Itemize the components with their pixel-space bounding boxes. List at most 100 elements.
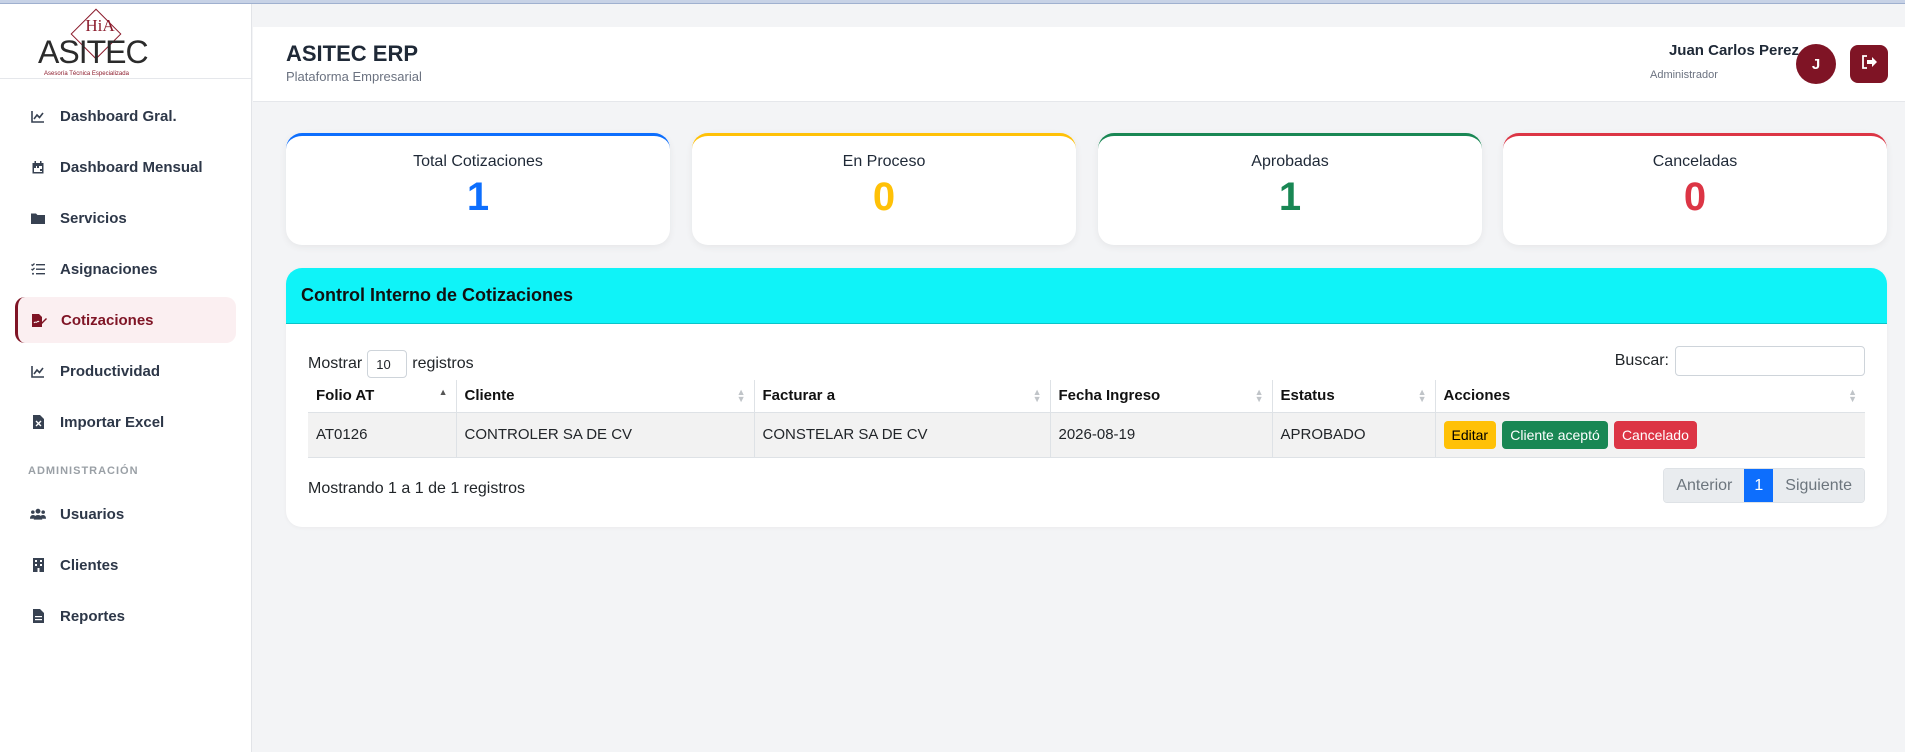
building-icon bbox=[30, 557, 46, 573]
sidebar-item-label: Servicios bbox=[60, 209, 127, 227]
page-length-select[interactable]: 10 bbox=[367, 350, 408, 378]
stat-card-aprobadas: Aprobadas 1 bbox=[1098, 133, 1482, 245]
column-header-folio[interactable]: Folio AT ▲ bbox=[308, 380, 457, 413]
sidebar-item-reportes[interactable]: Reportes bbox=[15, 593, 236, 639]
table-row: AT0126 CONTROLER SA DE CV CONSTELAR SA D… bbox=[308, 412, 1865, 458]
chart-line-icon bbox=[30, 363, 46, 379]
sidebar-item-dashboard-gral[interactable]: Dashboard Gral. bbox=[15, 93, 236, 139]
client-accepted-button[interactable]: Cliente aceptó bbox=[1502, 420, 1608, 449]
sidebar: HiA ASITEC Asesoría Técnica Especializad… bbox=[0, 4, 252, 752]
sidebar-item-label: Reportes bbox=[60, 607, 126, 625]
page-length-control: Mostrar 10 registros bbox=[308, 350, 474, 378]
stat-value: 1 bbox=[1278, 175, 1302, 219]
sidebar-item-label: Importar Excel bbox=[60, 413, 165, 431]
stat-label: Aprobadas bbox=[1251, 153, 1329, 170]
cell-estatus: APROBADO bbox=[1272, 412, 1436, 458]
sidebar-item-label: Usuarios bbox=[60, 505, 125, 523]
stat-card-en-proceso: En Proceso 0 bbox=[692, 133, 1076, 245]
column-label: Folio AT bbox=[316, 387, 375, 405]
column-header-estatus[interactable]: Estatus ▲ ▼ bbox=[1272, 380, 1436, 413]
sidebar-item-usuarios[interactable]: Usuarios bbox=[15, 491, 236, 537]
page-subtitle: Plataforma Empresarial bbox=[286, 69, 422, 84]
cell-cliente: CONTROLER SA DE CV bbox=[456, 412, 755, 458]
pagination: Anterior 1 Siguiente bbox=[1663, 468, 1865, 503]
sidebar-item-label: Clientes bbox=[60, 556, 119, 574]
search-label: Buscar: bbox=[1614, 352, 1669, 369]
file-icon bbox=[30, 608, 46, 624]
users-icon bbox=[30, 506, 46, 522]
sort-icon: ▲ ▼ bbox=[1254, 387, 1264, 404]
user-role: Administrador bbox=[1650, 69, 1718, 81]
prev-page-button[interactable]: Anterior bbox=[1664, 469, 1745, 502]
stat-value: 0 bbox=[1683, 175, 1707, 219]
file-excel-icon bbox=[30, 414, 46, 430]
logo-text: ASITEC bbox=[38, 34, 149, 70]
edit-button[interactable]: Editar bbox=[1443, 420, 1497, 449]
user-name: Juan Carlos Perez bbox=[1668, 42, 1799, 59]
column-header-acciones[interactable]: Acciones ▲ ▼ bbox=[1435, 380, 1865, 413]
table-controls: Mostrar 10 registros Buscar: bbox=[308, 346, 1865, 378]
sort-asc-icon: ▲ bbox=[438, 387, 448, 397]
cell-acciones: Editar Cliente aceptó Cancelado bbox=[1435, 412, 1865, 458]
cancelled-button[interactable]: Cancelado bbox=[1613, 420, 1697, 449]
logo-mark: HiA bbox=[85, 16, 115, 35]
sidebar-item-productividad[interactable]: Productividad bbox=[15, 348, 236, 394]
column-label: Acciones bbox=[1443, 387, 1511, 405]
page-title: ASITEC ERP bbox=[286, 41, 419, 66]
sidebar-item-label: Dashboard Gral. bbox=[60, 107, 177, 125]
sidebar-item-importar-excel[interactable]: Importar Excel bbox=[15, 399, 236, 445]
next-page-button[interactable]: Siguiente bbox=[1773, 469, 1864, 502]
sign-out-icon bbox=[1861, 54, 1877, 74]
sort-icon: ▲ ▼ bbox=[1032, 387, 1042, 404]
column-label: Cliente bbox=[464, 387, 515, 405]
stat-label: En Proceso bbox=[842, 153, 926, 170]
list-check-icon bbox=[30, 261, 46, 277]
stat-value: 0 bbox=[872, 175, 896, 219]
logo-tagline: Asesoría Técnica Especializada bbox=[44, 71, 129, 77]
avatar[interactable]: J bbox=[1796, 44, 1836, 84]
sidebar-item-label: Cotizaciones bbox=[61, 311, 154, 329]
stat-value: 1 bbox=[466, 175, 490, 219]
column-header-fecha[interactable]: Fecha Ingreso ▲ ▼ bbox=[1050, 380, 1273, 413]
admin-section-label: ADMINISTRACIÓN bbox=[28, 465, 139, 477]
quotes-table: Folio AT ▲ Cliente ▲ ▼ Facturar a ▲ ▼ Fecha I… bbox=[308, 380, 1865, 458]
column-header-facturar[interactable]: Facturar a ▲ ▼ bbox=[754, 380, 1051, 413]
show-suffix: registros bbox=[412, 355, 474, 372]
page-button-current[interactable]: 1 bbox=[1744, 469, 1774, 502]
sidebar-item-cotizaciones[interactable]: Cotizaciones bbox=[15, 297, 236, 343]
logout-button[interactable] bbox=[1850, 45, 1888, 83]
stat-card-total: Total Cotizaciones 1 bbox=[286, 133, 670, 245]
column-label: Fecha Ingreso bbox=[1058, 387, 1161, 405]
panel-title: Control Interno de Cotizaciones bbox=[286, 268, 1887, 324]
sidebar-item-clientes[interactable]: Clientes bbox=[15, 542, 236, 588]
company-logo[interactable]: HiA ASITEC Asesoría Técnica Especializad… bbox=[38, 8, 149, 77]
cell-facturar: CONSTELAR SA DE CV bbox=[754, 412, 1051, 458]
browser-top-edge bbox=[0, 0, 1905, 4]
sidebar-item-label: Productividad bbox=[60, 362, 161, 380]
calendar-icon bbox=[30, 159, 46, 175]
stat-card-canceladas: Canceladas 0 bbox=[1503, 133, 1887, 245]
table-header-row: Folio AT ▲ Cliente ▲ ▼ Facturar a ▲ ▼ Fecha I… bbox=[308, 380, 1865, 413]
stat-label: Canceladas bbox=[1652, 153, 1738, 170]
brand-area: HiA ASITEC Asesoría Técnica Especializad… bbox=[0, 4, 251, 79]
sidebar-item-dashboard-mensual[interactable]: Dashboard Mensual bbox=[15, 144, 236, 190]
sidebar-item-servicios[interactable]: Servicios bbox=[15, 195, 236, 241]
sort-icon: ▲ ▼ bbox=[1848, 387, 1857, 404]
cell-folio: AT0126 bbox=[308, 412, 457, 458]
sidebar-item-asignaciones[interactable]: Asignaciones bbox=[15, 246, 236, 292]
sort-icon: ▲ ▼ bbox=[1417, 387, 1427, 404]
sidebar-item-label: Asignaciones bbox=[60, 260, 158, 278]
column-header-cliente[interactable]: Cliente ▲ ▼ bbox=[456, 380, 755, 413]
stat-label: Total Cotizaciones bbox=[413, 153, 543, 170]
folder-icon bbox=[30, 210, 46, 226]
chart-line-icon bbox=[30, 108, 46, 124]
top-header: ASITEC ERP Plataforma Empresarial Juan C… bbox=[253, 27, 1905, 102]
show-prefix: Mostrar bbox=[308, 355, 363, 372]
cell-fecha: 2026-08-19 bbox=[1050, 412, 1273, 458]
search-control: Buscar: bbox=[1615, 346, 1865, 376]
column-label: Facturar a bbox=[762, 387, 836, 405]
sidebar-item-label: Dashboard Mensual bbox=[60, 158, 203, 176]
column-label: Estatus bbox=[1280, 387, 1335, 405]
sidebar-nav: Dashboard Gral. Dashboard Mensual Servic… bbox=[0, 79, 251, 639]
search-input[interactable] bbox=[1675, 346, 1865, 376]
